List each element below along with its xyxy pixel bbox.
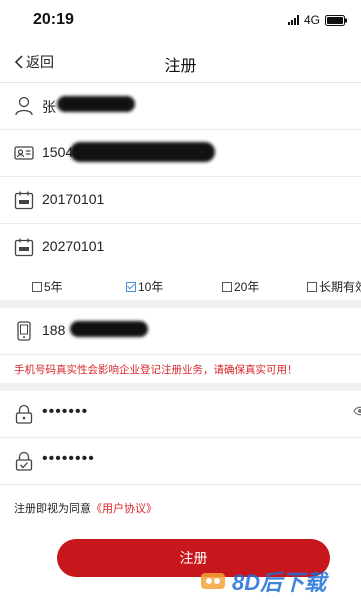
period-option-20y[interactable]: 20年 <box>222 278 259 295</box>
network-label: 4G <box>303 13 320 27</box>
watermark-logo-icon <box>201 573 225 589</box>
section-divider <box>0 300 361 308</box>
phone-icon <box>17 321 31 341</box>
period-option-permanent[interactable]: 长期有效 <box>307 278 361 295</box>
eye-toggle-icon[interactable] <box>353 405 361 417</box>
validity-period-options: 5年 10年 20年 长期有效 <box>0 270 361 300</box>
status-bar: 20:19 4G <box>0 0 361 42</box>
checkbox[interactable] <box>222 281 232 292</box>
status-indicators: 4G <box>287 13 347 27</box>
phone-value: 188 <box>42 322 66 338</box>
redaction-mark <box>57 96 135 112</box>
period-option-10y[interactable]: 10年 <box>126 278 163 295</box>
password-field[interactable]: ••••••• <box>0 391 361 438</box>
id-card-icon <box>14 146 34 160</box>
lock-check-icon <box>15 451 33 471</box>
user-agreement-link[interactable]: 《用户协议》 <box>91 503 157 515</box>
redaction-mark <box>70 321 148 337</box>
confirm-password-value: •••••••• <box>42 450 95 467</box>
battery-icon <box>325 14 347 26</box>
calendar-icon <box>14 238 34 257</box>
watermark: 8D后下载 <box>200 565 326 597</box>
checkbox[interactable] <box>32 281 42 292</box>
confirm-password-field[interactable]: •••••••• <box>0 438 361 485</box>
calendar-icon <box>14 191 34 210</box>
period-option-label: 长期有效 <box>319 280 361 294</box>
period-option-label: 20年 <box>234 280 260 294</box>
nav-bar: 返回 注册 <box>0 42 361 83</box>
checkbox-checked[interactable] <box>126 281 136 292</box>
period-option-5y[interactable]: 5年 <box>32 278 63 295</box>
start-date-value: 20170101 <box>42 191 105 207</box>
end-date-value: 20270101 <box>42 238 105 254</box>
password-value: ••••••• <box>42 403 89 420</box>
checkbox[interactable] <box>307 281 317 292</box>
agreement-prefix: 注册即视为同意 <box>14 503 91 515</box>
period-option-label: 5年 <box>44 280 63 294</box>
start-date-field[interactable]: 20170101 <box>0 177 361 224</box>
name-field[interactable]: 张 <box>0 83 361 130</box>
id-number-value: 1504 <box>42 144 74 160</box>
end-date-field[interactable]: 20270101 <box>0 224 361 271</box>
id-number-field[interactable]: 1504 <box>0 130 361 177</box>
phone-warning: 手机号码真实性会影响企业登记注册业务，请确保真实可用！ <box>14 364 298 376</box>
lock-icon <box>15 404 33 424</box>
watermark-text: 8D后下载 <box>232 570 327 595</box>
person-icon <box>15 96 33 116</box>
page-title: 注册 <box>164 58 197 75</box>
period-option-label: 10年 <box>138 280 164 294</box>
agreement-text: 注册即视为同意《用户协议》 <box>14 500 157 516</box>
name-value: 张 <box>42 99 56 115</box>
section-divider <box>0 383 361 391</box>
phone-field[interactable]: 188 <box>0 308 361 355</box>
status-time: 20:19 <box>33 11 74 28</box>
signal-icon <box>287 15 299 25</box>
redaction-mark <box>70 142 215 162</box>
